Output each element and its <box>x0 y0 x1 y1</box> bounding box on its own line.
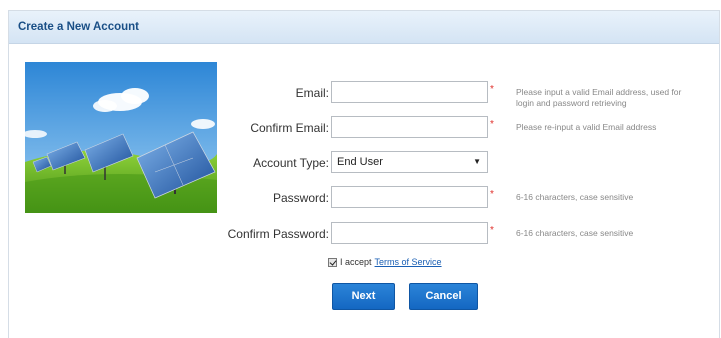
account-type-label: Account Type: <box>253 156 329 170</box>
confirm-email-field[interactable] <box>331 116 488 138</box>
terms-checkbox[interactable] <box>328 257 337 267</box>
account-type-value: End User <box>337 156 383 168</box>
password-hint: 6-16 characters, case sensitive <box>516 192 634 202</box>
panel-header: Create a New Account <box>9 11 719 44</box>
account-type-select[interactable]: End User ▼ <box>331 151 488 173</box>
cancel-button[interactable]: Cancel <box>409 283 478 310</box>
confirm-password-label: Confirm Password: <box>227 227 329 241</box>
terms-of-service-link[interactable]: Terms of Service <box>375 257 442 267</box>
next-button[interactable]: Next <box>332 283 395 310</box>
email-required-marker: * <box>490 84 494 95</box>
password-label: Password: <box>272 191 329 205</box>
email-hint: Please input a valid Email address, used… <box>516 87 682 108</box>
confirm-email-required-marker: * <box>490 119 494 130</box>
terms-row: I accept Terms of Service <box>328 257 442 267</box>
confirm-email-hint: Please re-input a valid Email address <box>516 122 657 132</box>
panel-title: Create a New Account <box>18 21 139 33</box>
terms-prefix: I accept <box>340 257 372 267</box>
email-field[interactable] <box>331 81 488 103</box>
password-field[interactable] <box>331 186 488 208</box>
confirm-email-label: Confirm Email: <box>250 121 329 135</box>
confirm-password-hint: 6-16 characters, case sensitive <box>516 228 634 238</box>
solar-panels-image <box>25 62 217 213</box>
password-required-marker: * <box>490 189 494 200</box>
dropdown-arrow-icon: ▼ <box>473 157 481 166</box>
confirm-password-required-marker: * <box>490 225 494 236</box>
email-label: Email: <box>295 86 329 100</box>
confirm-password-field[interactable] <box>331 222 488 244</box>
